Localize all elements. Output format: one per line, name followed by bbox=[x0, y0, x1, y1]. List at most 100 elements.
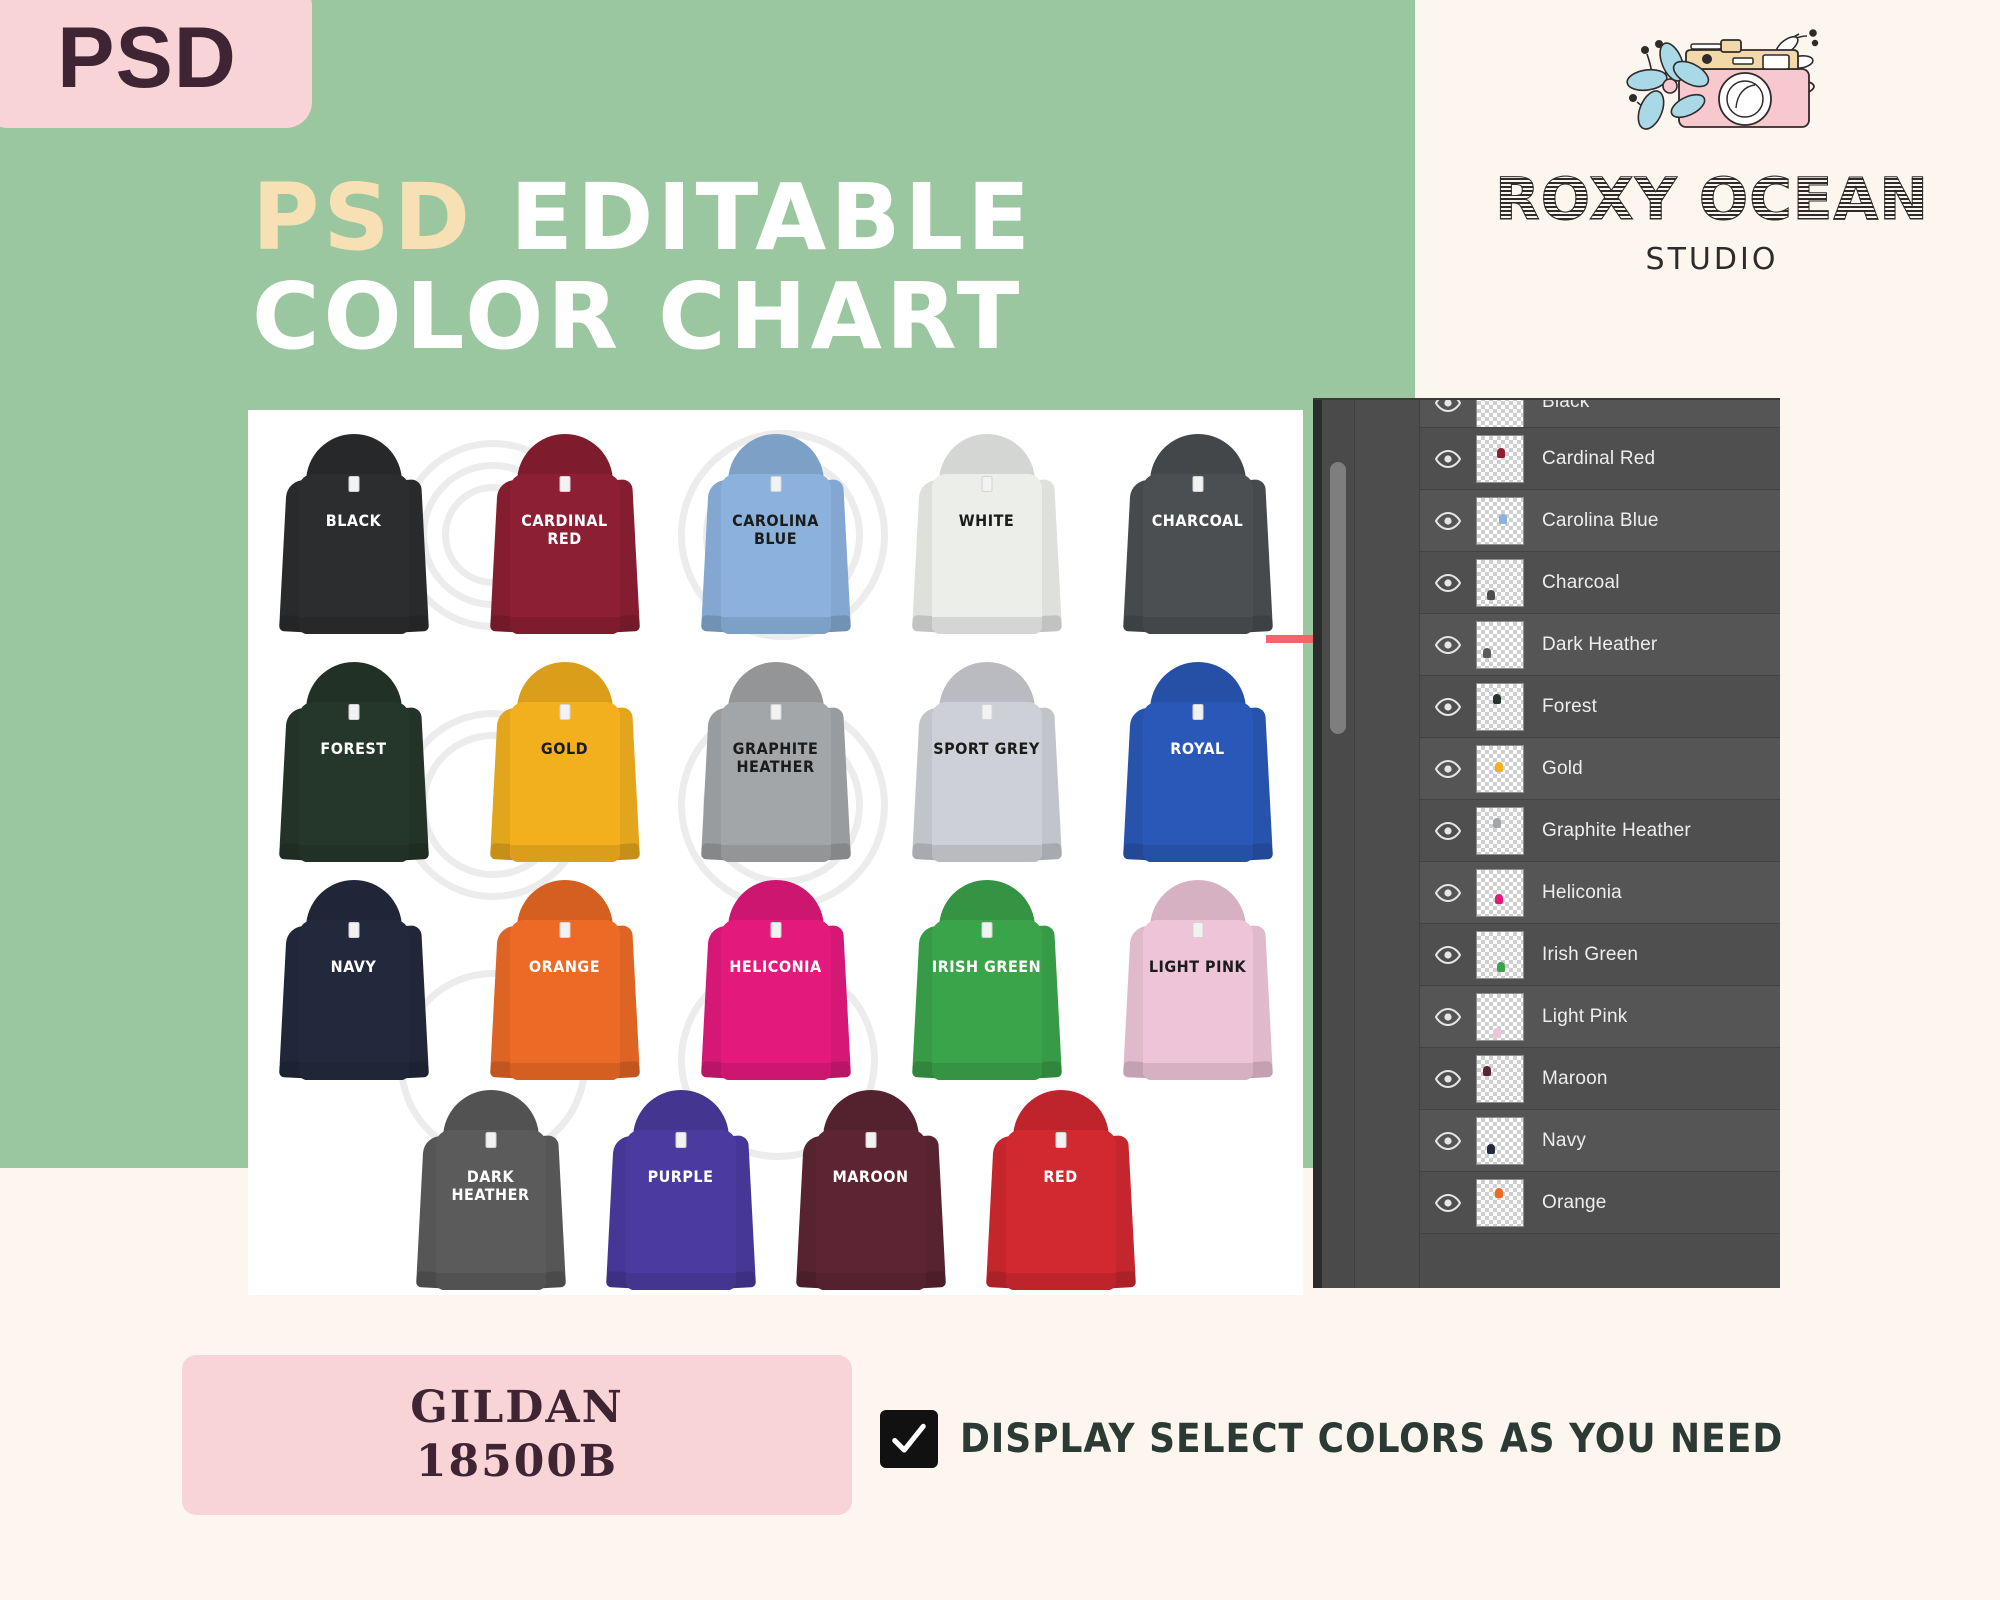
psd-badge: PSD bbox=[0, 0, 312, 128]
hoodie-hem bbox=[720, 617, 831, 634]
layer-name: Heliconia bbox=[1542, 881, 1622, 903]
hoodie-swatch: GOLD bbox=[459, 662, 670, 862]
layer-visibility-toggle[interactable] bbox=[1420, 635, 1476, 654]
hoodie-color-label: HELICONIA bbox=[729, 957, 822, 976]
hoodie-hem bbox=[931, 845, 1042, 862]
hoodie-swatch: NAVY bbox=[248, 880, 459, 1080]
eye-visibility-icon[interactable] bbox=[1435, 883, 1461, 902]
hoodie-body bbox=[1142, 920, 1253, 1080]
brand-logo: ROXY OCEAN STUDIO bbox=[1432, 10, 1992, 300]
hoodie-body bbox=[1142, 702, 1253, 862]
layer-row[interactable]: Forest bbox=[1420, 676, 1780, 738]
hoodie-color-label: FOREST bbox=[320, 739, 387, 758]
layer-row[interactable]: Carolina Blue bbox=[1420, 490, 1780, 552]
hoodie-hem bbox=[815, 1273, 926, 1290]
hoodie-swatch: CHARCOAL bbox=[1092, 434, 1303, 634]
hoodie-body bbox=[509, 474, 620, 634]
hoodie-neck-tag bbox=[559, 922, 570, 938]
panel-scrollbar-thumb[interactable] bbox=[1330, 462, 1346, 734]
layer-visibility-toggle[interactable] bbox=[1420, 449, 1476, 468]
eye-visibility-icon[interactable] bbox=[1435, 635, 1461, 654]
layer-list[interactable]: Black Cardinal Red Carolina Blue Charcoal Da… bbox=[1420, 400, 1780, 1288]
display-note: DISPLAY SELECT COLORS AS YOU NEED bbox=[880, 1410, 1783, 1468]
layer-row[interactable]: Charcoal bbox=[1420, 552, 1780, 614]
title-line-2: COLOR CHART bbox=[252, 263, 1024, 371]
hoodie-color-label: PURPLE bbox=[647, 1167, 714, 1186]
eye-visibility-icon[interactable] bbox=[1435, 759, 1461, 778]
panel-gutter bbox=[1356, 400, 1420, 1288]
layer-visibility-toggle[interactable] bbox=[1420, 821, 1476, 840]
hoodie-hem bbox=[509, 617, 620, 634]
eye-visibility-icon[interactable] bbox=[1435, 511, 1461, 530]
layer-visibility-toggle[interactable] bbox=[1420, 1069, 1476, 1088]
layer-name: Irish Green bbox=[1542, 943, 1639, 965]
layer-thumbnail-hoodie bbox=[1499, 513, 1507, 524]
layer-row[interactable]: Cardinal Red bbox=[1420, 428, 1780, 490]
hoodie-hem bbox=[298, 1063, 409, 1080]
eye-visibility-icon[interactable] bbox=[1435, 821, 1461, 840]
layer-row[interactable]: Irish Green bbox=[1420, 924, 1780, 986]
eye-visibility-icon[interactable] bbox=[1435, 1069, 1461, 1088]
hoodie-hem bbox=[509, 1063, 620, 1080]
hoodie-swatch: ORANGE bbox=[459, 880, 670, 1080]
hoodie-swatch: IRISH GREEN bbox=[881, 880, 1092, 1080]
hoodie-swatch: RED bbox=[966, 1090, 1156, 1290]
layer-visibility-toggle[interactable] bbox=[1420, 697, 1476, 716]
layer-row[interactable]: Dark Heather bbox=[1420, 614, 1780, 676]
eye-visibility-icon[interactable] bbox=[1435, 449, 1461, 468]
layer-row[interactable]: Black bbox=[1420, 400, 1780, 428]
title-editable-word: EDITABLE bbox=[510, 164, 1034, 271]
hoodie-neck-tag bbox=[981, 922, 992, 938]
hoodie-hem bbox=[298, 617, 409, 634]
layer-thumbnail bbox=[1476, 434, 1524, 483]
hoodie-row: FOREST GOLD GRAPHITE HEATHER SPORT GREY ROYA… bbox=[248, 662, 1303, 862]
layer-thumbnail bbox=[1476, 400, 1524, 427]
hoodie-row: NAVY ORANGE HELICONIA IRISH GREEN LIGHT PINK bbox=[248, 880, 1303, 1080]
hoodie-neck-tag bbox=[348, 476, 359, 492]
layer-row[interactable]: Maroon bbox=[1420, 1048, 1780, 1110]
layer-name: Carolina Blue bbox=[1542, 509, 1659, 531]
layer-visibility-toggle[interactable] bbox=[1420, 1193, 1476, 1212]
eye-visibility-icon[interactable] bbox=[1435, 573, 1461, 592]
hoodie-body bbox=[509, 920, 620, 1080]
hoodie-swatch: MAROON bbox=[776, 1090, 966, 1290]
layer-row[interactable]: Heliconia bbox=[1420, 862, 1780, 924]
layer-row[interactable]: Gold bbox=[1420, 738, 1780, 800]
layer-name: Light Pink bbox=[1542, 1005, 1628, 1027]
eye-visibility-icon[interactable] bbox=[1435, 1193, 1461, 1212]
layer-visibility-toggle[interactable] bbox=[1420, 759, 1476, 778]
layer-thumbnail-hoodie bbox=[1497, 447, 1505, 458]
eye-visibility-icon[interactable] bbox=[1435, 697, 1461, 716]
layer-visibility-toggle[interactable] bbox=[1420, 1131, 1476, 1150]
layer-visibility-toggle[interactable] bbox=[1420, 573, 1476, 592]
layer-thumbnail bbox=[1476, 496, 1524, 545]
layer-visibility-toggle[interactable] bbox=[1420, 511, 1476, 530]
layer-name: Black bbox=[1542, 400, 1590, 412]
eye-visibility-icon[interactable] bbox=[1435, 1131, 1461, 1150]
hoodie-swatch: DARK HEATHER bbox=[396, 1090, 586, 1290]
hoodie-neck-tag bbox=[348, 704, 359, 720]
layer-visibility-toggle[interactable] bbox=[1420, 945, 1476, 964]
layer-visibility-toggle[interactable] bbox=[1420, 1007, 1476, 1026]
hoodie-hem bbox=[1005, 1273, 1116, 1290]
hoodie-swatch: CARDINAL RED bbox=[459, 434, 670, 634]
layer-thumbnail bbox=[1476, 620, 1524, 669]
layer-row[interactable]: Orange bbox=[1420, 1172, 1780, 1234]
photoshop-layers-panel[interactable]: Black Cardinal Red Carolina Blue Charcoal Da… bbox=[1313, 398, 1780, 1288]
layer-row[interactable]: Graphite Heather bbox=[1420, 800, 1780, 862]
eye-visibility-icon[interactable] bbox=[1435, 945, 1461, 964]
layer-visibility-toggle[interactable] bbox=[1420, 400, 1476, 412]
product-badge: GILDAN 18500B bbox=[182, 1355, 852, 1515]
layer-row[interactable]: Light Pink bbox=[1420, 986, 1780, 1048]
checkbox-checked[interactable] bbox=[880, 1410, 938, 1468]
eye-visibility-icon[interactable] bbox=[1435, 400, 1461, 412]
layer-thumbnail-hoodie bbox=[1493, 817, 1501, 828]
hoodie-color-label: ORANGE bbox=[528, 957, 601, 976]
product-style-number: 18500B bbox=[415, 1436, 619, 1487]
eye-visibility-icon[interactable] bbox=[1435, 1007, 1461, 1026]
layer-visibility-toggle[interactable] bbox=[1420, 883, 1476, 902]
panel-scrollbar-track[interactable] bbox=[1322, 400, 1355, 1288]
hoodie-neck-tag bbox=[1192, 704, 1203, 720]
layer-thumbnail bbox=[1476, 1178, 1524, 1227]
layer-row[interactable]: Navy bbox=[1420, 1110, 1780, 1172]
